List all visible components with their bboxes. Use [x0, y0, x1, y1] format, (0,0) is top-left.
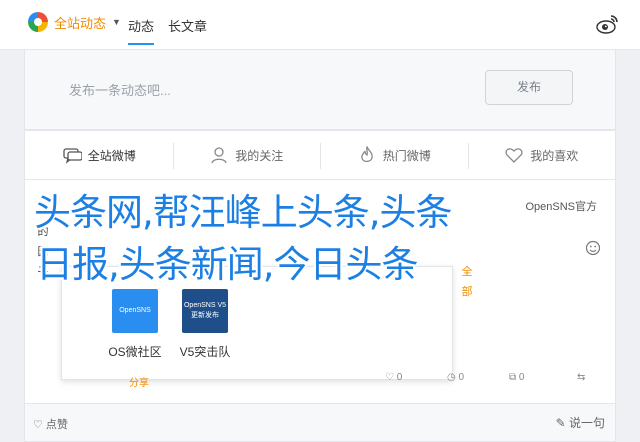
watermark-line-2: 日报,头条新闻,今日头条 — [36, 243, 419, 286]
share-link[interactable]: 分享 — [129, 374, 149, 389]
like-count: 0 — [396, 372, 403, 383]
chat-icon — [63, 148, 82, 164]
opensns-logo-icon: OpenSNS — [112, 289, 158, 333]
weibo-icon[interactable] — [596, 12, 620, 36]
like-button[interactable]: ♡ 点赞 — [33, 416, 68, 432]
bottom-post-bar: ♡ 点赞 ✎ 说一句 — [24, 404, 616, 442]
comment-label: 说一句 — [568, 416, 605, 430]
like-label: 点赞 — [45, 419, 68, 431]
comment-button[interactable]: ✎ 说一句 — [556, 414, 605, 431]
share-icon[interactable]: ⇆ — [577, 372, 585, 383]
feed-filter-tabs: 全站微博 我的关注 热门微博 我的喜欢 — [24, 130, 616, 180]
tab-dongtai[interactable]: 动态 — [128, 16, 155, 45]
filter-liked[interactable]: 我的喜欢 — [467, 131, 616, 179]
filter-label: 热门微博 — [382, 148, 431, 163]
heart-icon — [505, 148, 523, 163]
comment-count: 0 — [458, 372, 465, 383]
site-title[interactable]: 全站动态 — [54, 13, 106, 32]
filter-all-weibo[interactable]: 全站微博 — [25, 131, 173, 179]
smiley-icon[interactable] — [585, 240, 601, 256]
repost-count: 0 — [518, 372, 525, 383]
chevron-down-icon[interactable]: ▼ — [112, 17, 121, 27]
product-label: V5突击队 — [179, 345, 231, 359]
post-composer[interactable]: 发布一条动态吧... 发布 — [24, 50, 616, 130]
watermark-line-1: 头条网,帮汪峰上头条,头条 — [34, 191, 453, 234]
comment-action[interactable]: ◷ 0 — [447, 372, 464, 383]
post-actions: 分享 ♡ 0 ◷ 0 ⧉ 0 ⇆ — [25, 370, 615, 390]
site-logo-icon — [28, 12, 48, 32]
tile-text: OpenSNS — [119, 307, 151, 314]
product-v5[interactable]: OpenSNS V5 更新发布 V5突击队 — [170, 289, 240, 360]
repost-action[interactable]: ⧉ 0 — [509, 372, 524, 383]
opensns-v5-logo-icon: OpenSNS V5 更新发布 — [182, 289, 228, 333]
tile-text: 更新发布 — [191, 312, 219, 319]
product-os-community[interactable]: OpenSNS OS微社区 — [100, 289, 170, 360]
show-all-link[interactable]: 全 部 — [461, 262, 473, 302]
publish-button[interactable]: 发布 — [485, 70, 573, 105]
product-label: OS微社区 — [108, 345, 162, 359]
user-icon — [211, 147, 227, 164]
post-source[interactable]: OpenSNS官方 — [525, 198, 597, 214]
like-action[interactable]: ♡ 0 — [385, 372, 402, 383]
filter-following[interactable]: 我的关注 — [172, 131, 321, 179]
filter-label: 我的关注 — [235, 148, 284, 163]
flame-icon — [360, 145, 373, 163]
tile-text: OpenSNS V5 — [183, 302, 227, 309]
top-navigation: 全站动态 ▼ 动态 长文章 — [0, 0, 640, 50]
tab-long-article[interactable]: 长文章 — [168, 16, 207, 35]
site-menu[interactable]: 全站动态 ▼ — [28, 12, 121, 32]
composer-placeholder[interactable]: 发布一条动态吧... — [69, 80, 171, 99]
filter-label: 全站微博 — [87, 148, 136, 163]
filter-hot[interactable]: 热门微博 — [320, 131, 468, 179]
filter-label: 我的喜欢 — [530, 148, 579, 163]
